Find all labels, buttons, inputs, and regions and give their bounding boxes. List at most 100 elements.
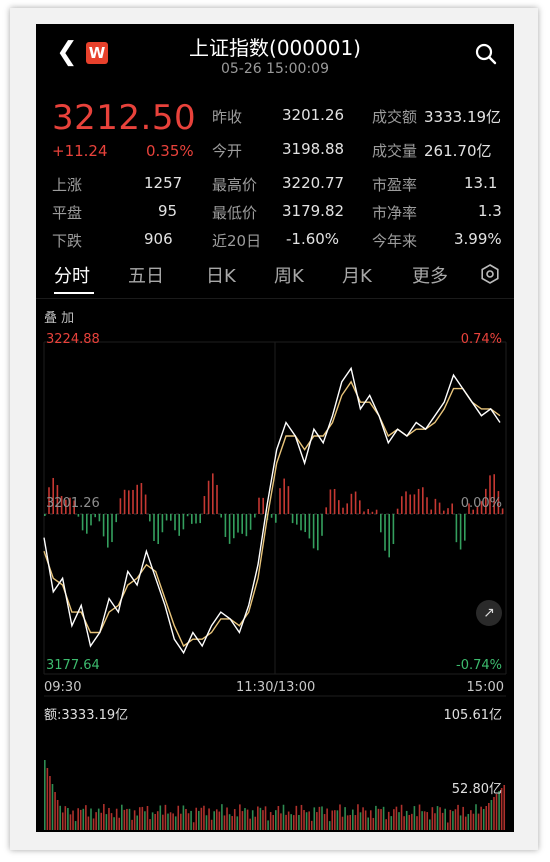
volume-bar	[61, 812, 64, 830]
phone-screen: ❮ W 上证指数(000001) 05-26 15:00:09 3212.50 …	[36, 24, 514, 832]
volume-bar	[426, 812, 429, 830]
tab-weekly-k[interactable]: 周K	[274, 262, 304, 288]
volume-bar	[382, 806, 385, 830]
volume-bar	[213, 811, 215, 830]
volume-bar	[444, 808, 446, 830]
volume-bar	[249, 818, 251, 830]
volume-bar	[457, 804, 459, 830]
volume-bar	[372, 817, 375, 830]
diff-bar	[417, 488, 420, 514]
volume-mid-label: 52.80亿	[451, 782, 502, 797]
x-axis-mid-label: 11:30/13:00	[236, 680, 316, 695]
volume-bar	[488, 803, 490, 830]
volume-bar	[480, 806, 482, 830]
volume-bar	[369, 810, 372, 830]
current-price: 3212.50	[52, 98, 197, 138]
diff-bar	[195, 514, 197, 524]
diff-bar	[94, 514, 96, 518]
diff-bar	[254, 514, 256, 518]
volume-bar	[54, 792, 56, 830]
diff-bar	[367, 508, 369, 514]
volume-bar	[439, 807, 441, 830]
volume-bar	[403, 816, 405, 830]
diff-bar	[44, 514, 46, 516]
volume-bar	[380, 809, 382, 830]
diff-bar	[132, 489, 134, 514]
diff-bar	[312, 514, 315, 549]
volume-bar	[416, 816, 418, 830]
volume-bar	[198, 810, 200, 830]
volume-bar	[334, 810, 336, 830]
volume-bar	[105, 814, 108, 830]
volume-bar	[149, 819, 151, 830]
volume-bar	[344, 807, 346, 830]
diff-bar	[102, 514, 105, 537]
gear-icon[interactable]	[480, 264, 500, 284]
volume-bar	[51, 784, 54, 830]
volume-bar	[367, 817, 369, 830]
stat-label: 最高价	[212, 176, 258, 194]
volume-bar	[359, 812, 362, 830]
diff-bar	[191, 514, 193, 524]
diff-bar	[258, 497, 260, 514]
volume-bar	[131, 819, 133, 830]
volume-bar	[85, 805, 87, 830]
diff-bar	[136, 484, 138, 514]
search-icon[interactable]	[474, 42, 498, 66]
page-title: 上证指数(000001)	[189, 36, 361, 60]
tab-monthly-k[interactable]: 月K	[342, 262, 372, 288]
tab-more[interactable]: 更多	[412, 262, 448, 288]
pct-axis-bottom-label: -0.74%	[456, 658, 502, 673]
y-axis-top-label: 3224.88	[46, 332, 100, 347]
volume-bar	[462, 806, 464, 830]
diff-bar	[396, 508, 399, 514]
volume-bar	[418, 804, 421, 830]
volume-bar	[182, 805, 185, 830]
stat-value: -1.60%	[286, 230, 340, 248]
volume-bar	[413, 806, 416, 830]
diff-bar	[249, 514, 252, 530]
tab-intraday[interactable]: 分时	[54, 262, 90, 288]
volume-bar	[441, 812, 444, 830]
diff-bar	[220, 514, 222, 518]
diff-bar	[212, 473, 214, 514]
amount-label: 额:3333.19亿	[44, 708, 129, 723]
stat-value: 13.1	[464, 174, 498, 192]
volume-bar	[205, 815, 208, 830]
price-change: +11.24	[52, 142, 108, 160]
volume-bar	[200, 807, 203, 830]
diff-bar	[325, 507, 327, 514]
volume-bar	[123, 809, 126, 830]
volume-bar	[56, 800, 59, 830]
tab-five-day[interactable]: 五日	[128, 262, 164, 288]
volume-bar	[285, 814, 287, 830]
volume-bar	[349, 814, 352, 830]
diff-bar	[413, 494, 416, 514]
pct-axis-mid-label: 0.00%	[460, 496, 502, 511]
diff-bar	[140, 483, 143, 514]
diff-bar	[443, 510, 445, 514]
volume-bar	[44, 760, 46, 830]
diff-bar	[422, 487, 424, 514]
diff-bar	[228, 514, 231, 544]
volume-bar	[385, 819, 387, 830]
volume-bar	[290, 814, 292, 830]
diff-bar	[245, 514, 248, 537]
volume-bar	[162, 814, 164, 830]
diff-bar	[165, 514, 168, 521]
chart-tabs: 分时 五日 日K 周K 月K 更多	[36, 250, 514, 299]
volume-bar	[115, 808, 118, 830]
stat-label: 今年来	[372, 232, 418, 250]
volume-bar	[354, 815, 357, 830]
volume-bar	[316, 812, 318, 830]
y-axis-bottom-label: 3177.64	[46, 658, 100, 673]
expand-chart-icon[interactable]: ↗	[476, 600, 502, 626]
diff-bar	[300, 514, 302, 531]
volume-bar	[64, 806, 67, 830]
diff-bar	[409, 494, 411, 514]
diff-bar	[438, 502, 441, 514]
volume-bar	[49, 776, 51, 830]
tab-daily-k[interactable]: 日K	[206, 262, 236, 288]
diff-bar	[203, 496, 206, 514]
volume-bar	[308, 811, 310, 830]
